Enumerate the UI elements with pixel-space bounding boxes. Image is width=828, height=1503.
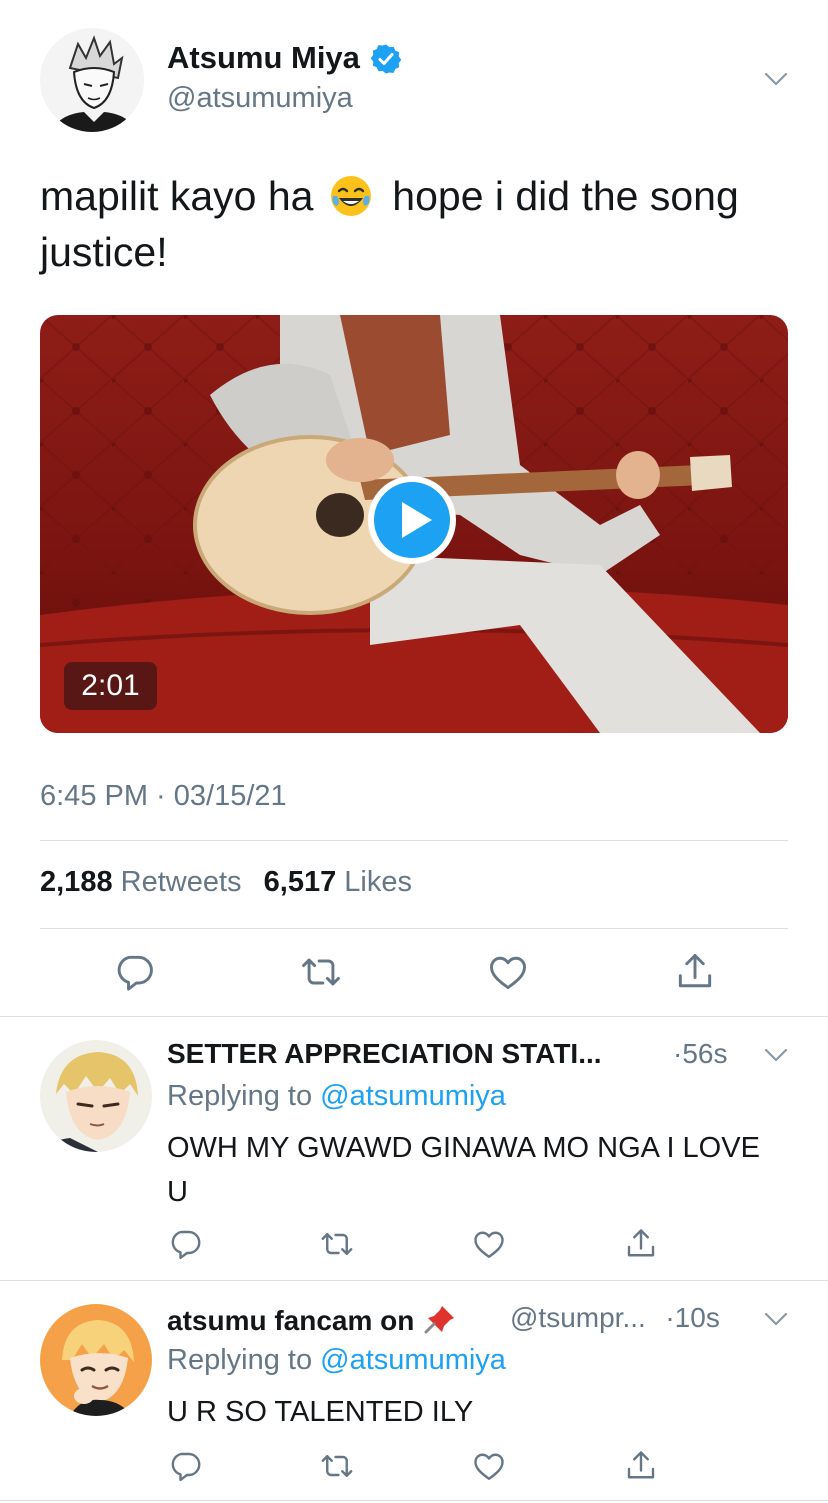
share-icon[interactable] xyxy=(623,1448,659,1484)
retweets-stat[interactable]: 2,188 Retweets xyxy=(40,866,242,898)
divider xyxy=(0,1500,828,1501)
chevron-down-icon[interactable] xyxy=(762,1308,790,1330)
reply-icon[interactable] xyxy=(167,1448,203,1484)
tweet-timestamp[interactable]: 6:45 PM · 03/15/21 xyxy=(40,780,287,813)
tweet-text: mapilit kayo ha hope i did the song just… xyxy=(40,168,800,280)
likes-count: 6,517 xyxy=(263,866,337,898)
reply-author-name[interactable]: SETTER APPRECIATION STATI... xyxy=(167,1038,602,1070)
retweet-icon[interactable] xyxy=(319,1226,355,1262)
divider xyxy=(40,928,788,929)
replying-to: Replying to @atsumumiya xyxy=(167,1080,506,1113)
reply-handle-text: @tsumpr... xyxy=(510,1302,646,1333)
reply-time: ·56s xyxy=(673,1038,728,1069)
reply-author-name[interactable]: atsumu fancam on xyxy=(167,1302,458,1337)
reply-icon[interactable] xyxy=(167,1226,203,1262)
retweet-icon[interactable] xyxy=(299,950,343,994)
reply-icon[interactable] xyxy=(112,950,156,994)
retweets-count: 2,188 xyxy=(40,866,113,898)
reply-handle[interactable]: @tsumpr... ·10s xyxy=(510,1302,720,1334)
like-icon[interactable] xyxy=(471,1448,507,1484)
verified-badge-icon xyxy=(370,43,402,75)
laughing-emoji-icon xyxy=(329,174,373,218)
likes-label: Likes xyxy=(344,866,412,898)
reply-text: U R SO TALENTED ILY xyxy=(167,1396,474,1428)
reply-text: OWH MY GWAWD GINAWA MO NGA I LOVE U xyxy=(167,1132,760,1208)
replying-handle[interactable]: @atsumumiya xyxy=(320,1344,506,1376)
chevron-down-icon[interactable] xyxy=(762,1044,790,1066)
divider xyxy=(40,840,788,841)
replying-to: Replying to @atsumumiya xyxy=(167,1344,506,1377)
replying-handle[interactable]: @atsumumiya xyxy=(320,1080,506,1112)
share-icon[interactable] xyxy=(673,950,717,994)
author-name[interactable]: Atsumu Miya xyxy=(167,40,360,76)
reply-avatar[interactable] xyxy=(40,1304,152,1416)
tweet-text-part1: mapilit kayo ha xyxy=(40,173,314,219)
play-icon[interactable] xyxy=(366,474,458,566)
divider xyxy=(0,1016,828,1017)
like-icon[interactable] xyxy=(471,1226,507,1262)
divider xyxy=(0,1280,828,1281)
retweet-icon[interactable] xyxy=(319,1448,355,1484)
reply-avatar[interactable] xyxy=(40,1040,152,1152)
video-duration: 2:01 xyxy=(64,662,157,710)
replying-prefix: Replying to xyxy=(167,1344,313,1376)
tweet-stats: 2,188 Retweets 6,517 Likes xyxy=(40,866,412,899)
likes-stat[interactable]: 6,517 Likes xyxy=(264,866,412,898)
reply-time: ·10s xyxy=(665,1302,720,1333)
reply-author-name-text: atsumu fancam on xyxy=(167,1305,415,1336)
pushpin-icon xyxy=(422,1302,458,1336)
share-icon[interactable] xyxy=(623,1226,659,1262)
author-handle[interactable]: @atsumumiya xyxy=(167,82,353,115)
replying-prefix: Replying to xyxy=(167,1080,313,1112)
like-icon[interactable] xyxy=(486,950,530,994)
retweets-label: Retweets xyxy=(120,866,242,898)
chevron-down-icon[interactable] xyxy=(762,68,790,90)
author-avatar[interactable] xyxy=(40,28,144,132)
